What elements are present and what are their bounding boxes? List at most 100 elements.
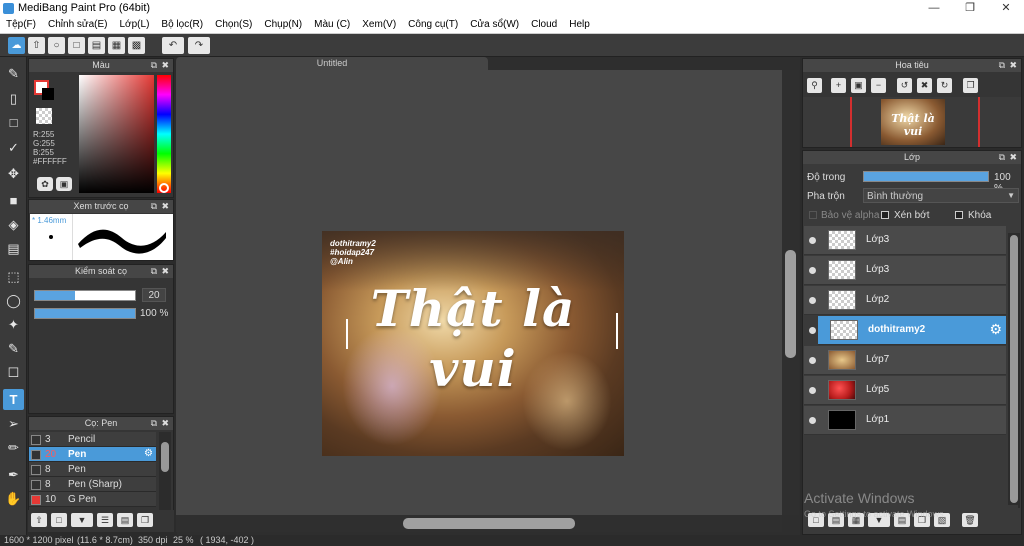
secondary-color-swatch[interactable] bbox=[42, 88, 54, 100]
hue-slider[interactable] bbox=[157, 75, 171, 193]
cloud-icon[interactable]: ☁ bbox=[8, 37, 25, 54]
layer-row[interactable]: Lớp2 bbox=[804, 286, 1006, 315]
shape-tool-icon[interactable]: ✓ bbox=[3, 137, 24, 158]
bucket-tool-icon[interactable]: ◈ bbox=[3, 214, 24, 235]
menu-color[interactable]: Màu (C) bbox=[308, 17, 356, 30]
palette-icon[interactable]: ✿ bbox=[37, 177, 53, 191]
zoom-plus-icon[interactable]: + bbox=[831, 78, 846, 93]
menu-edit[interactable]: Chỉnh sửa(E) bbox=[42, 17, 114, 30]
blend-mode-select[interactable]: Bình thường ▼ bbox=[863, 188, 1019, 203]
delete-layer-icon[interactable]: 🗑 bbox=[962, 513, 978, 527]
menu-filter[interactable]: Bộ lọc(R) bbox=[155, 17, 209, 30]
layer-row[interactable]: Lớp7 bbox=[804, 346, 1006, 375]
select-eraser-tool-icon[interactable]: ☐ bbox=[3, 362, 24, 383]
divide-tool-icon[interactable]: ✏ bbox=[3, 437, 24, 458]
menu-layer[interactable]: Lớp(L) bbox=[114, 17, 156, 30]
clipping-checkbox[interactable] bbox=[881, 211, 889, 219]
menu-view[interactable]: Xem(V) bbox=[356, 17, 402, 30]
brush-opacity-slider[interactable] bbox=[34, 308, 136, 319]
add-brush-icon[interactable]: ⇧ bbox=[31, 513, 47, 527]
close-icon[interactable]: ✖ bbox=[161, 417, 169, 430]
menu-window[interactable]: Cửa sổ(W) bbox=[464, 17, 525, 30]
lock-checkbox[interactable] bbox=[955, 211, 963, 219]
transparent-color-swatch[interactable] bbox=[36, 108, 52, 124]
float-icon[interactable]: ⧉ bbox=[151, 59, 157, 72]
new-brush-icon[interactable]: □ bbox=[51, 513, 67, 527]
operation-tool-icon[interactable]: ➢ bbox=[3, 413, 24, 434]
close-icon[interactable]: ✖ bbox=[161, 200, 169, 213]
protect-alpha-checkbox[interactable] bbox=[809, 211, 817, 219]
undo-button[interactable]: ↶ bbox=[162, 37, 184, 54]
float-icon[interactable]: ⧉ bbox=[151, 200, 157, 213]
close-icon[interactable]: ✖ bbox=[161, 59, 169, 72]
document-tab[interactable]: Untitled bbox=[176, 57, 488, 70]
brush-item[interactable]: 20 Pen ⚙ bbox=[29, 447, 156, 462]
layer-row[interactable]: Lớp1 bbox=[804, 406, 1006, 435]
menu-file[interactable]: Tệp(F) bbox=[0, 17, 42, 30]
brush-item[interactable]: 10 G Pen bbox=[29, 492, 156, 507]
float-icon[interactable]: ⧉ bbox=[151, 417, 157, 430]
layer-row[interactable]: Lớp5 bbox=[804, 376, 1006, 405]
layer-row[interactable]: Lớp3 bbox=[804, 256, 1006, 285]
gear-icon[interactable]: ⚙ bbox=[144, 448, 153, 459]
visibility-eye-icon[interactable] bbox=[809, 357, 816, 364]
select-pen-tool-icon[interactable]: ✎ bbox=[3, 338, 24, 359]
brush-menu-icon[interactable]: ▼ bbox=[71, 513, 93, 527]
rectangle-tool-icon[interactable]: □ bbox=[3, 112, 24, 133]
brush-size-value[interactable]: 20 bbox=[142, 288, 166, 302]
color-set-icon[interactable]: ▣ bbox=[56, 177, 72, 191]
menu-cloud[interactable]: Cloud bbox=[525, 17, 563, 30]
layer-list-scrollbar[interactable] bbox=[1008, 233, 1020, 508]
text-tool-icon[interactable]: T bbox=[3, 389, 24, 410]
layer-row[interactable]: dothitramy2 ⚙ bbox=[809, 316, 1006, 345]
hue-handle[interactable] bbox=[159, 183, 169, 193]
float-icon[interactable]: ⧉ bbox=[999, 59, 1005, 72]
page-icon[interactable]: ▤ bbox=[88, 37, 105, 54]
vertical-scrollbar[interactable] bbox=[782, 70, 799, 515]
rotate-left-icon[interactable]: ↺ bbox=[897, 78, 912, 93]
close-icon[interactable]: ✖ bbox=[1009, 59, 1017, 72]
menu-select[interactable]: Chọn(S) bbox=[209, 17, 258, 30]
comment-icon[interactable]: ○ bbox=[48, 37, 65, 54]
artwork-canvas[interactable]: dothitramy2 #hoidap247 @Alin Thật là vui bbox=[322, 231, 624, 456]
visibility-eye-icon[interactable] bbox=[809, 297, 816, 304]
horizontal-scrollbar[interactable] bbox=[176, 515, 782, 532]
brush-item[interactable]: 8 Pen bbox=[29, 462, 156, 477]
brush-item[interactable]: 3 Pencil bbox=[29, 432, 156, 447]
fit-icon[interactable]: ▣ bbox=[851, 78, 866, 93]
redo-button[interactable]: ↷ bbox=[188, 37, 210, 54]
brush-folder-icon[interactable]: ▤ bbox=[117, 513, 133, 527]
visibility-eye-icon[interactable] bbox=[809, 387, 816, 394]
rotate-right-icon[interactable]: ↻ bbox=[937, 78, 952, 93]
visibility-eye-icon[interactable] bbox=[809, 417, 816, 424]
brush-tool-icon[interactable]: ✎ bbox=[3, 63, 24, 84]
eyedropper-tool-icon[interactable]: ✒ bbox=[3, 464, 24, 485]
navigator-preview[interactable]: Thật là vui bbox=[803, 97, 1021, 147]
brush-list-scrollbar[interactable] bbox=[159, 432, 171, 510]
zoom-in-icon[interactable]: ⚲ bbox=[807, 78, 822, 93]
share-icon[interactable]: ⇧ bbox=[28, 37, 45, 54]
reset-view-icon[interactable]: ✖ bbox=[917, 78, 932, 93]
lasso-tool-icon[interactable]: ◯ bbox=[3, 290, 24, 311]
brush-size-slider[interactable] bbox=[34, 290, 136, 301]
zoom-out-icon[interactable]: − bbox=[871, 78, 886, 93]
duplicate-brush-icon[interactable]: ❐ bbox=[137, 513, 153, 527]
layer-opacity-slider[interactable] bbox=[863, 171, 989, 182]
menu-tools[interactable]: Công cụ(T) bbox=[402, 17, 464, 30]
brush-list-icon[interactable]: ☰ bbox=[97, 513, 113, 527]
close-icon[interactable]: ✖ bbox=[1009, 151, 1017, 164]
visibility-eye-icon[interactable] bbox=[809, 237, 816, 244]
hand-tool-icon[interactable]: ✋ bbox=[3, 488, 24, 509]
visibility-eye-icon[interactable] bbox=[809, 327, 816, 334]
maximize-button[interactable]: ❐ bbox=[952, 0, 988, 17]
layer-row[interactable]: Lớp3 bbox=[804, 226, 1006, 255]
saturation-value-field[interactable] bbox=[79, 75, 154, 193]
eraser-tool-icon[interactable]: ▯ bbox=[3, 88, 24, 109]
move-tool-icon[interactable]: ✥ bbox=[3, 163, 24, 184]
magic-wand-tool-icon[interactable]: ✦ bbox=[3, 314, 24, 335]
flip-icon[interactable]: ❐ bbox=[963, 78, 978, 93]
select-tool-icon[interactable]: ⬚ bbox=[3, 266, 24, 287]
close-window-button[interactable]: ✕ bbox=[988, 0, 1024, 17]
grid-page-icon[interactable]: ▦ bbox=[108, 37, 125, 54]
visibility-eye-icon[interactable] bbox=[809, 267, 816, 274]
